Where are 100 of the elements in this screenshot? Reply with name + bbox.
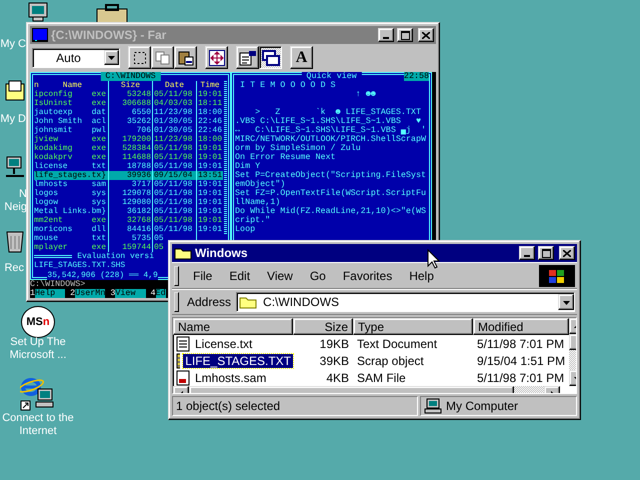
file-name[interactable]: mouse	[34, 234, 58, 243]
file-extension: dll	[92, 225, 106, 234]
msn-logo-icon[interactable]: MSn	[21, 306, 55, 338]
file-date: 05/11/98	[154, 207, 192, 216]
file-date: 05/11/98	[154, 90, 192, 99]
column-header[interactable]: Type	[353, 318, 473, 335]
file-time: 19:01	[198, 153, 222, 162]
menu-item[interactable]: View	[261, 266, 299, 284]
window-title: Windows	[195, 246, 248, 260]
file-extension: exe	[92, 144, 106, 153]
file-name[interactable]: kodakimg	[34, 144, 72, 153]
file-name[interactable]: mplayer	[34, 243, 68, 252]
paste-icon	[178, 50, 194, 66]
column-header: Name	[62, 81, 82, 90]
file-time: 19:01	[198, 90, 222, 99]
menu-item[interactable]: Favorites	[336, 266, 398, 284]
file-size: 114688	[122, 153, 151, 162]
file-date: 05/11/98	[154, 198, 192, 207]
file-name[interactable]: kodakprv	[34, 153, 72, 162]
file-size: 159744	[122, 243, 151, 252]
windows-icon	[262, 50, 280, 66]
menu-item[interactable]: Go	[304, 266, 332, 284]
file-content-line: MIRC/NETWORK/OUTLOOK/PIRCH.ShellScrapW	[235, 135, 426, 144]
file-name[interactable]: License.txt	[193, 336, 254, 350]
file-content-line: Loop	[235, 225, 256, 234]
close-button[interactable]	[418, 28, 434, 42]
file-size: 39KB	[318, 354, 350, 368]
file-name[interactable]: IsUninst	[34, 99, 72, 108]
file-size: 3717	[132, 180, 151, 189]
file-name[interactable]: moricons	[34, 225, 72, 234]
file-date: 05	[154, 243, 164, 252]
menu-item[interactable]: Help	[403, 266, 440, 284]
toolbar-button[interactable]	[259, 46, 282, 69]
file-size: 35262	[126, 117, 151, 126]
file-size: 4KB	[325, 370, 350, 384]
file-extension: exe	[92, 90, 106, 99]
file-size: 528384	[122, 144, 151, 153]
scrollbar[interactable]	[224, 81, 228, 234]
file-name[interactable]: LIFE_STAGES.TXT	[183, 354, 293, 368]
file-size: 129078	[122, 189, 151, 198]
evaluation-notice: Evaluation versi	[77, 252, 154, 261]
folder-icon[interactable]	[5, 80, 25, 102]
file-content-line: cript."	[235, 216, 270, 225]
menu-item[interactable]: File	[187, 266, 218, 284]
minimize-button[interactable]	[378, 28, 394, 42]
file-name[interactable]: logow	[34, 198, 58, 207]
file-modified: 5/11/98 7:01 PM	[476, 370, 566, 384]
address-field[interactable]: C:\WINDOWS	[236, 292, 575, 312]
file-date: 01/30/05	[154, 117, 192, 126]
column-header: Size	[120, 81, 140, 90]
close-button[interactable]	[559, 246, 575, 260]
file-name[interactable]: John Smith	[34, 117, 82, 126]
maximize-icon	[542, 248, 550, 258]
file-time: 13:51	[198, 171, 222, 180]
column-header[interactable]: Name	[173, 318, 293, 335]
file-time: 19:01	[198, 180, 222, 189]
file-content-line: Do While Mid(FZ.ReadLine,21,10)<>"e(WS	[235, 207, 426, 216]
file-name[interactable]: ipconfig	[34, 90, 72, 99]
file-content-line: Set P=CreateObject("Scripting.FileSyst	[235, 171, 426, 180]
file-name[interactable]: jview	[34, 135, 58, 144]
file-content-line: Dim Y	[235, 162, 260, 171]
file-name[interactable]: logos	[34, 189, 58, 198]
globe-computer-icon[interactable]	[20, 377, 54, 411]
menu-item[interactable]: Edit	[223, 266, 256, 284]
font-button[interactable]: A	[290, 46, 313, 69]
file-date: 05/11/98	[154, 162, 192, 171]
file-time: 19:01	[198, 207, 222, 216]
file-name[interactable]: Lmhosts.sam	[193, 370, 268, 384]
network-icon[interactable]	[5, 155, 25, 179]
file-name[interactable]: life_stages.tx}	[34, 171, 106, 180]
file-name[interactable]: Metal Links.bm}	[34, 207, 106, 216]
file-extension: txt	[92, 234, 106, 243]
file-time: 19:01	[198, 225, 222, 234]
file-name[interactable]: mm2ent	[34, 216, 63, 225]
file-name[interactable]: jautoexp	[34, 108, 72, 117]
dropdown-button[interactable]	[558, 294, 574, 310]
minimize-button[interactable]	[519, 246, 535, 260]
close-icon	[563, 250, 571, 256]
file-name[interactable]: lmhosts	[34, 180, 68, 189]
file-content-line: emObject")	[235, 180, 286, 189]
file-extension: exe	[92, 153, 106, 162]
column-header: Time	[200, 81, 220, 90]
file-date: 01/30/05	[154, 126, 192, 135]
file-content-line: llName,1)	[235, 198, 280, 207]
column-header[interactable]: Size	[293, 318, 353, 335]
panel-path: C:\WINDOWS	[100, 72, 161, 81]
file-date: 05	[154, 234, 164, 243]
font-size-select[interactable]: Auto	[32, 48, 120, 68]
file-name[interactable]: johnsmit	[34, 126, 72, 135]
column-header[interactable]: Modified	[473, 318, 570, 335]
command-prompt[interactable]: C:\WINDOWS>	[30, 280, 86, 289]
file-time: 18:11	[198, 99, 222, 108]
file-size: 19KB	[318, 336, 350, 350]
file-time: 19:01	[198, 144, 222, 153]
file-name[interactable]: license	[34, 162, 68, 171]
maximize-button[interactable]	[397, 28, 413, 42]
computer-icon[interactable]	[28, 2, 48, 22]
maximize-button[interactable]	[538, 246, 554, 260]
file-size: 32768	[126, 216, 151, 225]
maximize-icon	[400, 30, 410, 40]
